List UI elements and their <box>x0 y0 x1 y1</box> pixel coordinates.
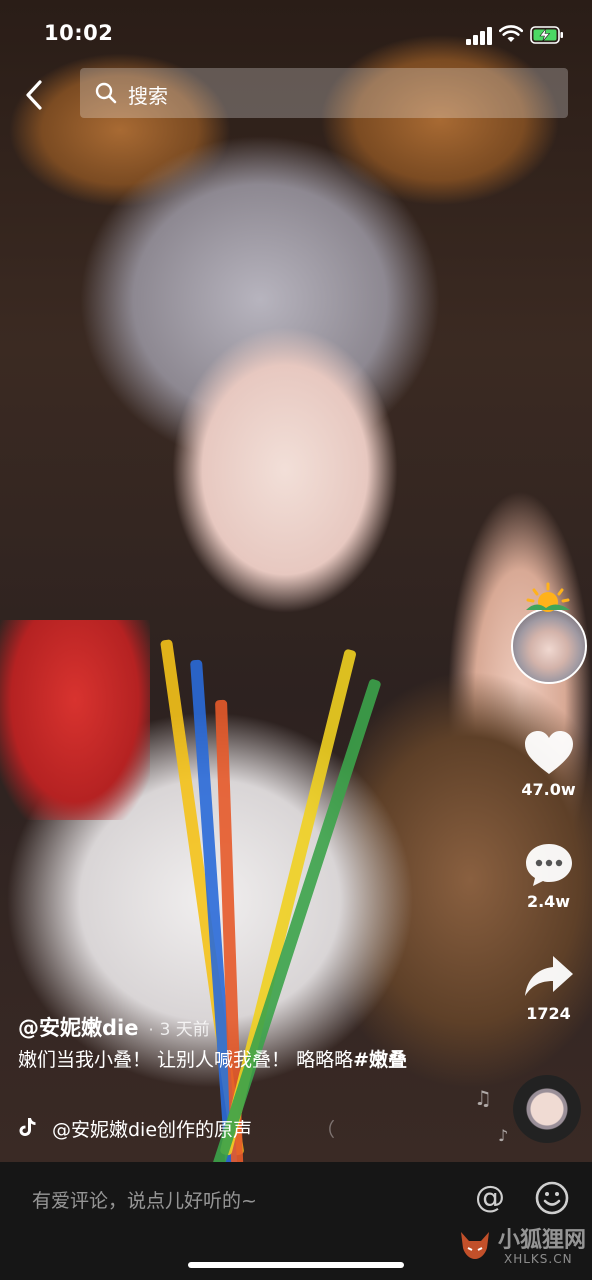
like-count: 47.0w <box>521 780 576 799</box>
cellular-signal-icon <box>466 27 494 45</box>
floating-note-icon: ♪ <box>498 1126 509 1145</box>
comment-bubble-icon <box>525 844 572 886</box>
action-column: 47.0w 2.4w 1724 <box>505 580 592 1060</box>
tiktok-note-icon <box>19 1118 36 1136</box>
wifi-icon <box>499 25 523 42</box>
search-icon <box>95 82 117 104</box>
home-indicator[interactable] <box>188 1262 404 1268</box>
description-text: 嫩们当我小叠！ 让别人喊我叠！ 略略略 <box>18 1049 354 1071</box>
share-arrow-icon <box>524 956 573 996</box>
share-button[interactable]: 1724 <box>505 954 592 1023</box>
search-placeholder: 搜索 <box>128 84 168 108</box>
video-player[interactable] <box>0 0 592 1162</box>
music-disc[interactable] <box>513 1075 581 1143</box>
share-count: 1724 <box>526 1004 571 1023</box>
heart-icon <box>524 731 573 774</box>
post-time: 3 天前 <box>159 1020 210 1040</box>
like-button[interactable]: 47.0w <box>505 730 592 799</box>
music-title-scroll: （ <box>316 1119 336 1141</box>
author-row: @安妮嫩die · 3 天前 <box>18 1012 210 1042</box>
comment-count: 2.4w <box>526 892 571 911</box>
search-input[interactable]: 搜索 <box>80 68 568 118</box>
author-avatar[interactable] <box>511 608 587 684</box>
music-row[interactable]: @安妮嫩die创作的原声 （ <box>16 1114 456 1142</box>
comment-button[interactable]: 2.4w <box>505 842 592 911</box>
video-description: 嫩们当我小叠！ 让别人喊我叠！ 略略略#嫩叠 <box>18 1046 448 1074</box>
back-chevron-left-icon[interactable] <box>20 78 50 112</box>
battery-charging-icon <box>530 26 563 44</box>
smiley-icon[interactable] <box>534 1180 570 1216</box>
author-name[interactable]: @安妮嫩die <box>18 1016 138 1040</box>
site-watermark: 小狐狸网 XHLKS.CN <box>458 1220 588 1272</box>
watermark-name: 小狐狸网 <box>498 1228 587 1253</box>
status-bar: 10:02 <box>0 0 592 66</box>
music-title: @安妮嫩die创作的原声 <box>52 1119 253 1141</box>
lanyard-ribbon <box>209 678 382 1162</box>
watermark-domain: XHLKS.CN <box>504 1252 573 1266</box>
comment-input[interactable]: 有爱评论，说点儿好听的~ <box>32 1186 257 1213</box>
sun-sticker-icon <box>526 582 570 612</box>
fox-logo-icon <box>461 1232 489 1259</box>
video-sleeve <box>0 620 150 820</box>
caption-separator: · <box>148 1020 154 1039</box>
status-time: 10:02 <box>44 21 114 45</box>
at-icon[interactable]: @ <box>472 1180 508 1216</box>
floating-note-icon: ♫ <box>474 1086 492 1110</box>
hashtag-link[interactable]: #嫩叠 <box>353 1049 407 1071</box>
